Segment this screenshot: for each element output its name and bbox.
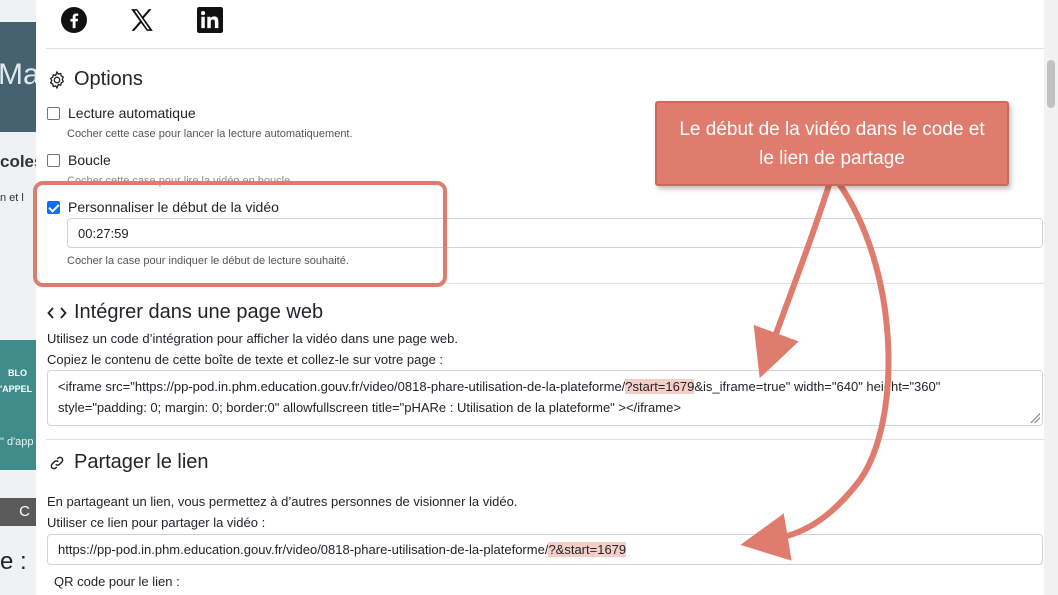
background-card-line1: BLO bbox=[8, 368, 27, 378]
background-heading: coles bbox=[0, 152, 36, 171]
share-modal: Options Lecture automatique Cocher cette… bbox=[36, 0, 1044, 595]
loop-option[interactable]: Boucle bbox=[46, 152, 111, 168]
custom-start-label[interactable]: Personnaliser le début de la vidéo bbox=[68, 199, 279, 215]
background-bottom-text: e : bbox=[0, 548, 27, 575]
custom-start-help: Cocher la case pour indiquer le début de… bbox=[67, 255, 349, 267]
embed-code-textarea[interactable]: <iframe src="https://pp-pod.in.phm.educa… bbox=[47, 370, 1043, 426]
share-title-text: Partager le lien bbox=[74, 451, 209, 473]
gear-icon bbox=[46, 69, 68, 91]
background-thumbnail: Ma bbox=[0, 22, 36, 132]
loop-checkbox[interactable] bbox=[47, 153, 60, 167]
link-icon bbox=[46, 452, 68, 474]
share-section-title: Partager le lien bbox=[46, 451, 209, 474]
embed-instructions: Copiez le contenu de cette boîte de text… bbox=[47, 352, 444, 367]
background-card-line2: 'APPEL bbox=[0, 384, 33, 394]
scrollbar-thumb[interactable] bbox=[1047, 60, 1055, 108]
custom-start-option[interactable]: Personnaliser le début de la vidéo bbox=[46, 199, 279, 215]
x-icon[interactable] bbox=[128, 6, 156, 34]
options-title-text: Options bbox=[74, 68, 143, 90]
divider bbox=[46, 439, 1044, 440]
background-thumb-text: Ma bbox=[0, 58, 36, 91]
divider bbox=[46, 283, 1044, 284]
custom-start-checkbox[interactable] bbox=[47, 200, 60, 214]
social-share-bar bbox=[60, 6, 224, 34]
divider bbox=[46, 48, 1044, 49]
embed-section-title: Intégrer dans une page web bbox=[46, 301, 323, 324]
background-subtext: n et l bbox=[0, 192, 24, 204]
share-description: En partageant un lien, vous permettez à … bbox=[47, 494, 518, 509]
code-icon bbox=[46, 302, 68, 324]
loop-label[interactable]: Boucle bbox=[68, 152, 111, 168]
background-page: Ma coles n et l BLO 'APPEL " d'app C e : bbox=[0, 0, 36, 595]
background-card: BLO 'APPEL " d'app bbox=[0, 340, 36, 470]
share-link-text: https://pp-pod.in.phm.education.gouv.fr/… bbox=[58, 542, 549, 557]
qr-code-label: QR code pour le lien : bbox=[54, 574, 180, 589]
resize-handle[interactable] bbox=[1030, 413, 1040, 423]
loop-help: Cocher cette case pour lire la vidéo en … bbox=[67, 175, 294, 187]
start-time-input[interactable]: 00:27:59 bbox=[67, 218, 1043, 248]
embed-title-text: Intégrer dans une page web bbox=[74, 301, 324, 323]
page-scrollbar[interactable] bbox=[1044, 0, 1058, 595]
embed-description: Utilisez un code d’intégration pour affi… bbox=[47, 331, 458, 346]
linkedin-icon[interactable] bbox=[196, 6, 224, 34]
options-section-title: Options bbox=[46, 68, 143, 91]
autoplay-checkbox[interactable] bbox=[47, 106, 60, 120]
background-card-line3: " d'app bbox=[0, 436, 34, 448]
embed-start-param: ?start=1679 bbox=[625, 379, 695, 394]
background-button: C bbox=[0, 498, 36, 526]
autoplay-help: Cocher cette case pour lancer la lecture… bbox=[67, 128, 353, 140]
annotation-callout: Le début de la vidéo dans le code et le … bbox=[655, 101, 1009, 186]
facebook-icon[interactable] bbox=[60, 6, 88, 34]
share-start-param: ?&start=1679 bbox=[548, 542, 627, 557]
autoplay-label[interactable]: Lecture automatique bbox=[68, 105, 196, 121]
embed-code-text: <iframe src="https://pp-pod.in.phm.educa… bbox=[58, 379, 626, 394]
autoplay-option[interactable]: Lecture automatique bbox=[46, 105, 196, 121]
share-link-input[interactable]: https://pp-pod.in.phm.education.gouv.fr/… bbox=[47, 534, 1043, 565]
share-instructions: Utiliser ce lien pour partager la vidéo … bbox=[47, 515, 266, 530]
